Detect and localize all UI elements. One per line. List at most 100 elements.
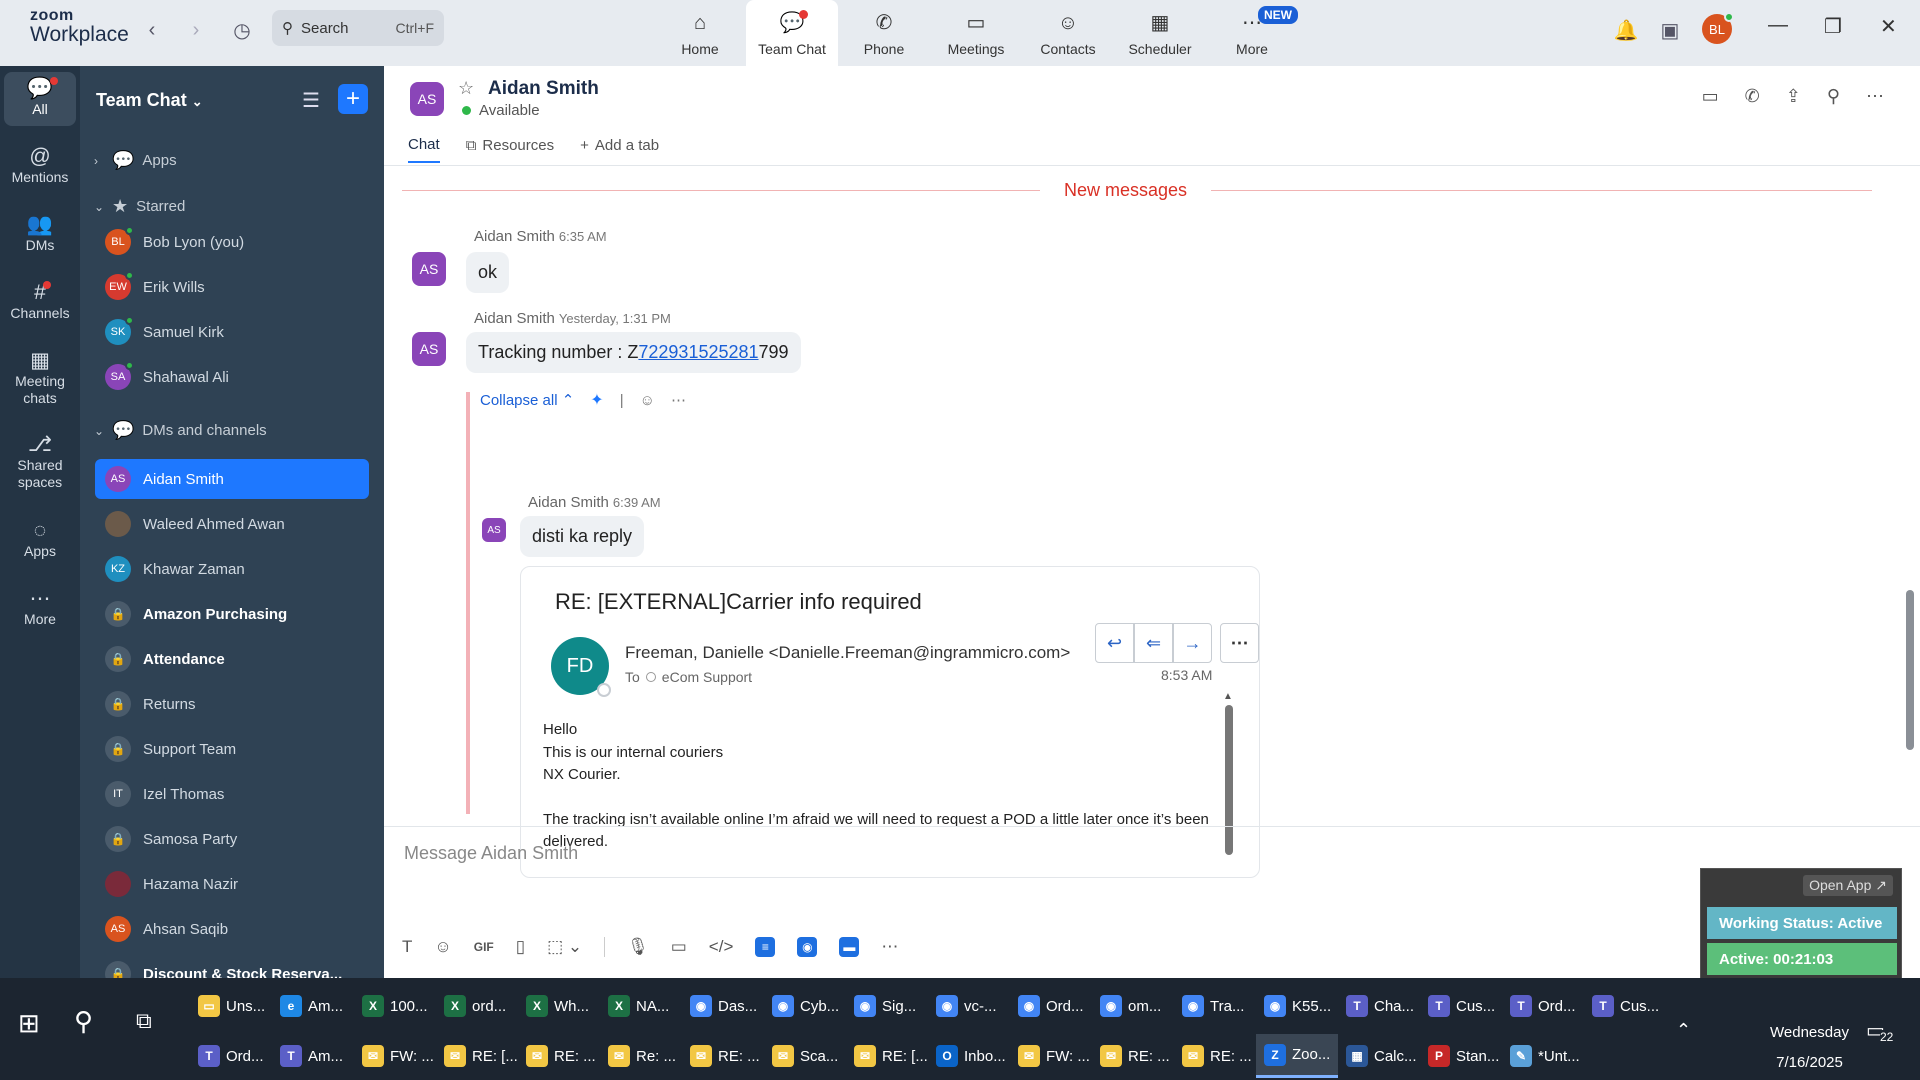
taskbar-app[interactable]: ◉ om... <box>1092 984 1174 1028</box>
taskbar-app[interactable]: X Wh... <box>518 984 600 1028</box>
taskbar-app[interactable]: T Cus... <box>1584 984 1666 1028</box>
nav-contacts[interactable]: ☺ Contacts <box>1022 0 1114 66</box>
taskbar-app[interactable]: ✉ RE: [... <box>846 1034 928 1078</box>
user-avatar[interactable]: BL <box>1702 12 1734 44</box>
emoji-icon[interactable]: ☺ <box>434 937 451 957</box>
taskbar-app[interactable]: ◉ Das... <box>682 984 764 1028</box>
starred-item[interactable]: BL Bob Lyon (you) <box>95 222 369 262</box>
scroll-up-icon[interactable]: ▲ <box>1223 691 1233 702</box>
video-call-icon[interactable]: ▭ <box>1702 86 1719 107</box>
tracking-link[interactable]: 722931525281 <box>638 342 758 362</box>
code-icon[interactable]: </> <box>709 937 734 957</box>
taskbar-app[interactable]: O Inbo... <box>928 1034 1010 1078</box>
search-box[interactable]: ⚲ Search Ctrl+F <box>272 10 444 46</box>
nav-more[interactable]: ⋯ NEW More <box>1206 0 1298 66</box>
rail-shared-spaces[interactable]: ⎇ Shared spaces <box>4 434 76 491</box>
tab-resources[interactable]: ⧉ Resources <box>466 136 554 163</box>
channel-item[interactable]: AS Aidan Smith <box>95 459 369 499</box>
starred-item[interactable]: EW Erik Wills <box>95 267 369 307</box>
rail-channels[interactable]: # Channels <box>4 281 76 322</box>
app-icon-3[interactable]: ▬ <box>839 937 860 957</box>
taskbar-app[interactable]: ✉ RE: ... <box>1174 1034 1256 1078</box>
share-screen-icon[interactable]: ⇪ <box>1786 86 1801 107</box>
microphone-icon[interactable]: 🎙 <box>627 937 649 957</box>
close-icon[interactable]: ✕ <box>1880 14 1897 39</box>
taskbar-app[interactable]: Xord... <box>436 984 518 1028</box>
sidebar-title[interactable]: Team Chat ⌄ <box>96 90 203 111</box>
starred-item[interactable]: SK Samuel Kirk <box>95 312 369 352</box>
new-chat-button[interactable]: + <box>338 84 368 114</box>
taskbar-search-icon[interactable]: ⚲ <box>74 1006 93 1037</box>
screenshot-icon[interactable]: ⬚ ⌄ <box>547 937 582 957</box>
taskbar-app[interactable]: ▦ Calc... <box>1338 1034 1420 1078</box>
rail-more[interactable]: ⋯ More <box>4 588 76 628</box>
taskbar-app[interactable]: ◉ Cyb... <box>764 984 846 1028</box>
nav-meetings[interactable]: ▭ Meetings <box>930 0 1022 66</box>
contact-avatar[interactable]: AS <box>410 82 444 116</box>
file-icon[interactable]: ▯ <box>516 937 525 957</box>
taskbar-app[interactable]: ✎ *Unt... <box>1502 1034 1584 1078</box>
emoji-reaction-icon[interactable]: ☺ <box>640 392 655 409</box>
channel-item[interactable]: 🔒 Support Team <box>95 729 369 769</box>
channel-item[interactable]: Waleed Ahmed Awan <box>95 504 369 544</box>
nav-home[interactable]: ⌂ Home <box>654 0 746 66</box>
taskbar-app[interactable]: ◉ vc-... <box>928 984 1010 1028</box>
channel-item[interactable]: IT Izel Thomas <box>95 774 369 814</box>
message-bubble[interactable]: Tracking number : Z722931525281799 <box>466 332 801 373</box>
toolbar-more-icon[interactable]: ⋯ <box>881 937 898 957</box>
chat-scrollbar[interactable] <box>1906 590 1914 750</box>
reply-avatar[interactable]: AS <box>482 518 506 542</box>
taskbar-app[interactable]: ✉ RE: ... <box>682 1034 764 1078</box>
taskbar-app[interactable]: ✉ FW: ... <box>1010 1034 1092 1078</box>
taskbar-app[interactable]: ◉ Sig... <box>846 984 928 1028</box>
ai-sparkle-icon[interactable]: ✦ <box>590 390 603 410</box>
section-apps[interactable]: › 💬 Apps <box>94 150 177 171</box>
taskbar-app[interactable]: T Cha... <box>1338 984 1420 1028</box>
nav-scheduler[interactable]: ▦ Scheduler <box>1114 0 1206 66</box>
tray-chevron-icon[interactable]: ⌃ <box>1676 1020 1691 1041</box>
taskbar-app[interactable]: ✉ FW: ... <box>354 1034 436 1078</box>
rail-mentions[interactable]: @ Mentions <box>4 146 76 186</box>
rail-all[interactable]: 💬 All <box>4 72 76 126</box>
message-input[interactable]: Message Aidan Smith <box>404 843 578 864</box>
taskbar-app[interactable]: ✉ RE: ... <box>1092 1034 1174 1078</box>
channel-item[interactable]: AS Ahsan Saqib <box>95 909 369 949</box>
notification-icon[interactable]: ▭ 22 <box>1866 1018 1894 1044</box>
section-dms-channels[interactable]: ⌄ 💬 DMs and channels <box>94 420 267 441</box>
open-app-button[interactable]: Open App ↗ <box>1803 875 1893 896</box>
nav-phone[interactable]: ✆ Phone <box>838 0 930 66</box>
forward-icon[interactable]: › <box>182 16 210 44</box>
reply-all-icon[interactable]: ⇐ <box>1134 623 1173 663</box>
thread-more-icon[interactable]: ⋯ <box>671 391 686 409</box>
clock[interactable]: Wednesday 7/16/2025 <box>1770 1018 1849 1078</box>
taskbar-app[interactable]: ✉ RE: [... <box>436 1034 518 1078</box>
more-options-icon[interactable]: ⋯ <box>1866 86 1884 107</box>
email-more-icon[interactable]: ⋯ <box>1220 623 1259 663</box>
channel-item[interactable]: 🔒 Amazon Purchasing <box>95 594 369 634</box>
rail-dms[interactable]: 👥 DMs <box>4 214 76 254</box>
search-icon[interactable]: ⚲ <box>1827 86 1840 107</box>
filter-icon[interactable]: ☰ <box>302 88 320 113</box>
nav-team-chat[interactable]: 💬 Team Chat <box>746 0 838 66</box>
channel-item[interactable]: 🔒 Attendance <box>95 639 369 679</box>
taskbar-app[interactable]: e Am... <box>272 984 354 1028</box>
taskbar-app[interactable]: P Stan... <box>1420 1034 1502 1078</box>
minimize-icon[interactable]: — <box>1768 14 1788 37</box>
task-view-icon[interactable]: ⧉ <box>136 1008 152 1034</box>
taskbar-app[interactable]: T Ord... <box>190 1034 272 1078</box>
channel-item[interactable]: KZ Khawar Zaman <box>95 549 369 589</box>
windows-start-icon[interactable]: ⊞ <box>18 1008 40 1039</box>
back-icon[interactable]: ‹ <box>138 16 166 44</box>
taskbar-app[interactable]: Z Zoo... <box>1256 1034 1338 1078</box>
taskbar-app[interactable]: ◉ Tra... <box>1174 984 1256 1028</box>
message-avatar[interactable]: AS <box>412 252 446 286</box>
gif-icon[interactable]: GIF <box>474 940 494 954</box>
tab-chat[interactable]: Chat <box>408 136 440 163</box>
tab-add[interactable]: + Add a tab <box>580 136 659 163</box>
channel-item[interactable]: 🔒 Discount & Stock Reserva... <box>95 954 369 978</box>
taskbar-app[interactable]: T Am... <box>272 1034 354 1078</box>
calendar-top-icon[interactable]: ▣ <box>1656 16 1684 44</box>
taskbar-app[interactable]: ◉ Ord... <box>1010 984 1092 1028</box>
taskbar-app[interactable]: X NA... <box>600 984 682 1028</box>
section-starred[interactable]: ⌄ ★ Starred <box>94 196 185 217</box>
